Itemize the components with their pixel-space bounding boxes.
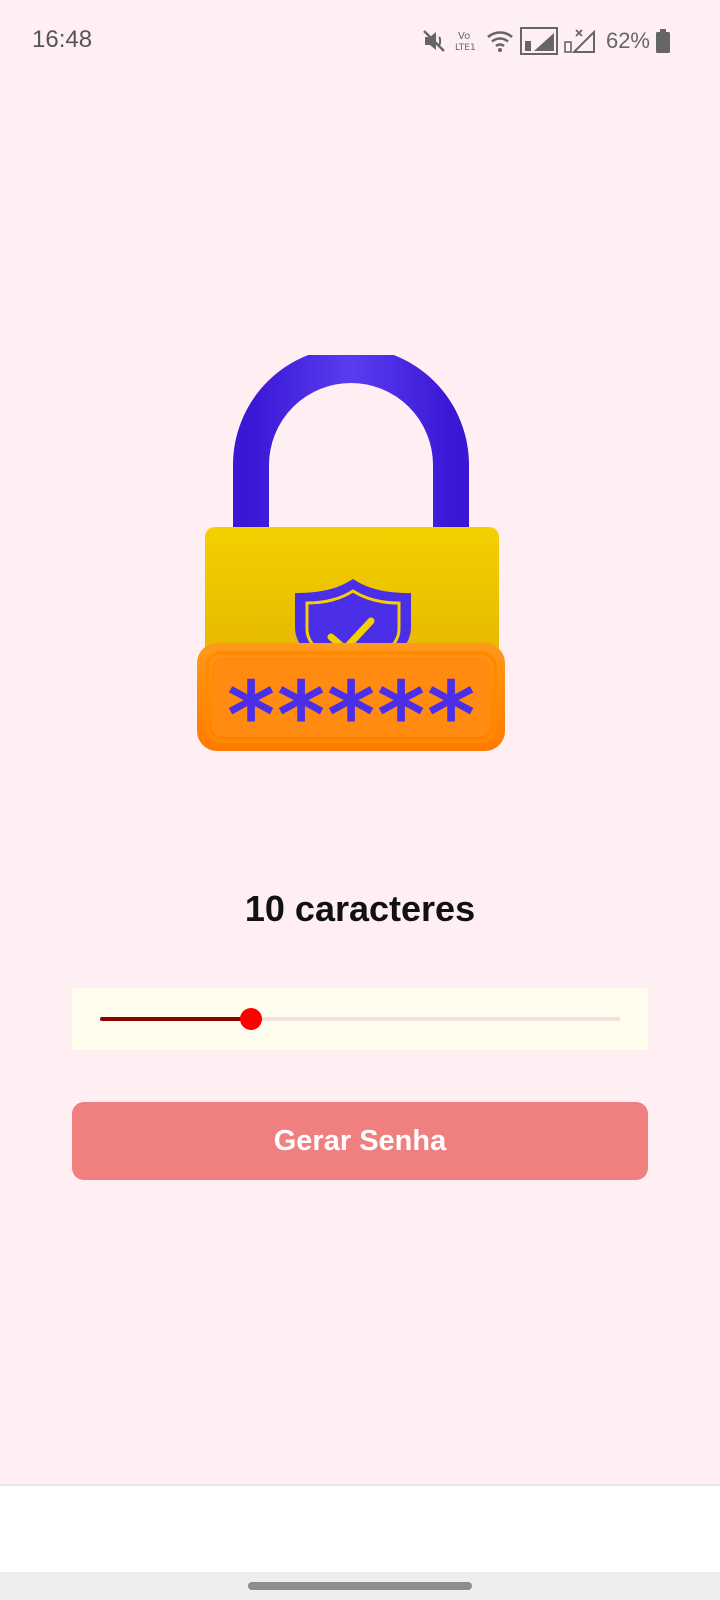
system-nav-bar [0,1572,720,1600]
svg-text:*: * [277,662,325,765]
svg-text:*: * [227,662,275,765]
svg-text:*: * [427,662,475,765]
slider-track[interactable] [100,1008,620,1030]
battery-percent: 62% [605,28,650,53]
status-time: 16:48 [32,26,93,53]
signal-sim2-icon [564,28,596,54]
mute-icon [422,29,448,53]
svg-text:Vo: Vo [458,31,470,42]
svg-text:*: * [377,662,425,765]
generate-password-button[interactable]: Gerar Senha [72,1102,648,1180]
volte-icon: Vo LTE1 [454,28,480,54]
battery-icon [656,29,670,53]
status-bar: 16:48 Vo LTE1 62% [0,0,720,84]
slider-thumb[interactable] [239,1008,262,1030]
svg-text:*: * [327,662,375,765]
password-length-slider[interactable] [72,988,648,1050]
status-icons: Vo LTE1 62% [422,24,670,58]
bottom-area [0,1484,720,1572]
home-indicator[interactable] [248,1582,472,1590]
slider-fill [100,1017,251,1021]
signal-sim1-icon [519,27,558,55]
password-length-label: 10 caracteres [244,888,476,929]
wifi-icon [486,29,514,53]
padlock-password-icon: * * * * * [195,347,515,769]
svg-text:LTE1: LTE1 [455,43,476,53]
